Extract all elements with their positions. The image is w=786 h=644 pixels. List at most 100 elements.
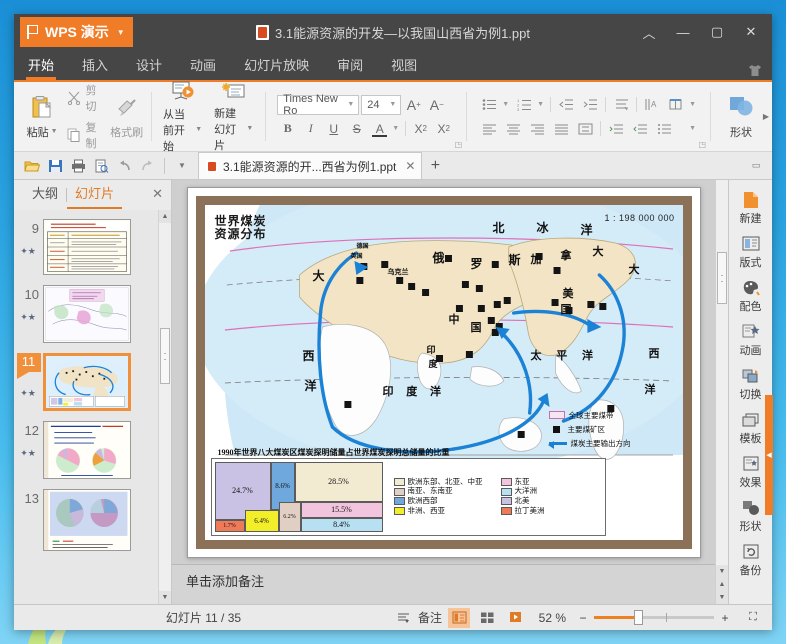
print-preview-icon[interactable] [91, 156, 111, 176]
slide-thumbnail[interactable] [43, 489, 131, 551]
tab-slideshow[interactable]: 幻灯片放映 [230, 52, 323, 80]
font-color-button[interactable]: A [369, 119, 390, 139]
tab-insert[interactable]: 插入 [68, 52, 122, 80]
open-icon[interactable] [22, 156, 42, 176]
list-item[interactable]: 11 ✦★ [14, 348, 158, 416]
zoom-track[interactable] [594, 610, 714, 625]
new-slide-button[interactable]: 新建幻灯片 ▼ [208, 82, 259, 152]
start-from-current-button[interactable]: 从当前开始 ▼ [157, 81, 208, 153]
scroll-up-icon[interactable]: ▲ [159, 210, 171, 223]
bullet-list-button[interactable] [478, 95, 500, 115]
zoom-slider[interactable]: − + [572, 608, 736, 628]
redo-icon[interactable] [137, 156, 157, 176]
slide-thumbnail[interactable] [43, 285, 131, 343]
decrease-list-level-button[interactable] [629, 119, 651, 139]
slide-sorter-view-button[interactable] [476, 608, 498, 628]
subscript-button[interactable]: X2 [433, 119, 454, 139]
text-direction-button[interactable]: A [641, 95, 663, 115]
align-center-button[interactable] [502, 119, 524, 139]
paste-button[interactable]: 粘贴 ▼ [20, 86, 64, 148]
sidebar-item-animation[interactable]: 动画 [729, 318, 773, 362]
shape-button[interactable]: 形状 [716, 86, 766, 148]
close-button[interactable]: ✕ [734, 17, 768, 47]
slide-panel-scrollbar[interactable]: ▲ ▼ [158, 210, 171, 604]
scrollbar-thumb[interactable] [160, 328, 170, 384]
superscript-button[interactable]: X2 [410, 119, 431, 139]
tab-slides[interactable]: 幻灯片 [67, 181, 123, 209]
fit-to-window-button[interactable]: ⛶ [742, 608, 764, 628]
slide-thumbnail[interactable] [43, 353, 131, 411]
ribbon-expand-arrow[interactable]: ▶ [760, 82, 772, 151]
print-icon[interactable] [68, 156, 88, 176]
zoom-in-button[interactable]: + [714, 608, 736, 628]
decrease-font-size-button[interactable]: A − [426, 95, 447, 115]
list-item[interactable]: 12 ✦★ [14, 416, 158, 484]
previous-slide-icon[interactable]: ▼ [716, 565, 728, 578]
notes-toggle-button[interactable]: 备注 [393, 608, 442, 628]
chevron-down-icon[interactable]: ▼ [689, 101, 698, 108]
decrease-indent-button[interactable] [555, 95, 577, 115]
normal-view-button[interactable] [448, 607, 470, 628]
chevron-down-icon[interactable]: ▼ [689, 125, 698, 132]
slide-thumbnail[interactable] [43, 421, 131, 479]
tab-animation[interactable]: 动画 [176, 52, 230, 80]
slide-area-scrollbar[interactable]: ▼ ▲ ▼ [715, 180, 728, 604]
chevron-down-icon[interactable]: ▼ [117, 28, 125, 37]
chevron-down-icon[interactable]: ▼ [246, 125, 253, 132]
scroll-down-icon[interactable]: ▼ [159, 591, 171, 604]
tab-start[interactable]: 开始 [14, 52, 68, 80]
undo-icon[interactable] [114, 156, 134, 176]
list-options-button[interactable] [653, 119, 675, 139]
format-painter-button[interactable]: 格式刷 [108, 86, 145, 148]
slideshow-view-button[interactable] [504, 608, 526, 628]
document-tab[interactable]: 3.1能源资源的开...西省为例1.ppt ✕ [198, 152, 423, 179]
italic-button[interactable]: I [300, 119, 321, 139]
zoom-out-button[interactable]: − [572, 608, 594, 628]
list-item[interactable]: 13 [14, 484, 158, 556]
more-options-icon[interactable]: ▭ [746, 156, 766, 176]
distribute-button[interactable] [574, 119, 596, 139]
slide-canvas[interactable]: 世界煤炭 资源分布 1 : 198 000 000 北 冰 洋 俄 罗 斯 乌克… [172, 180, 715, 564]
bold-button[interactable]: B [277, 119, 298, 139]
new-tab-button[interactable]: + [422, 152, 448, 179]
chevron-down-icon[interactable]: ▼ [537, 101, 546, 108]
scrollbar-thumb[interactable] [717, 252, 727, 304]
chevron-down-icon[interactable]: ▼ [195, 126, 202, 133]
line-spacing-button[interactable] [610, 95, 632, 115]
font-size-select[interactable]: 24 ▼ [361, 94, 402, 115]
text-align-box-button[interactable] [665, 95, 687, 115]
sidebar-item-backup[interactable]: 备份 [729, 538, 773, 582]
wps-brand-button[interactable]: WPS 演示 ▼ [20, 17, 133, 47]
tab-view[interactable]: 视图 [377, 52, 431, 80]
sidebar-item-colors[interactable]: 配色 [729, 274, 773, 318]
chevron-down-icon[interactable]: ▼ [502, 101, 511, 108]
font-dialog-launcher[interactable]: ◳ [455, 140, 463, 149]
align-right-button[interactable] [526, 119, 548, 139]
increase-list-level-button[interactable] [605, 119, 627, 139]
slide-thumbnail[interactable] [43, 219, 131, 275]
tab-design[interactable]: 设计 [122, 52, 176, 80]
chevron-down-icon[interactable]: ▼ [347, 101, 356, 108]
copy-button[interactable]: 复制 [64, 118, 108, 152]
sidebar-item-layout[interactable]: 版式 [729, 230, 773, 274]
minimize-button[interactable]: — [666, 17, 700, 47]
paragraph-dialog-launcher[interactable]: ◳ [698, 140, 706, 149]
save-icon[interactable] [45, 156, 65, 176]
customize-quick-access-icon[interactable]: ▼ [172, 156, 192, 176]
collapse-ribbon-button[interactable]: ︿ [632, 17, 666, 47]
close-tab-icon[interactable]: ✕ [405, 159, 415, 173]
increase-font-size-button[interactable]: A + [403, 95, 424, 115]
close-panel-icon[interactable]: ✕ [152, 186, 163, 202]
maximize-button[interactable]: ▢ [700, 17, 734, 47]
tab-review[interactable]: 审阅 [323, 52, 377, 80]
skin-tshirt-icon[interactable] [748, 64, 762, 80]
justify-button[interactable] [550, 119, 572, 139]
font-family-select[interactable]: Times New Ro ▼ [277, 93, 360, 117]
collapse-sidebar-handle[interactable]: ◀ [765, 395, 773, 515]
underline-button[interactable]: U [323, 119, 344, 139]
current-slide[interactable]: 世界煤炭 资源分布 1 : 198 000 000 北 冰 洋 俄 罗 斯 乌克… [186, 186, 701, 558]
align-left-button[interactable] [478, 119, 500, 139]
list-item[interactable]: 9 ✦★ [14, 214, 158, 280]
zoom-knob[interactable] [634, 610, 643, 625]
cut-button[interactable]: 剪切 [64, 81, 108, 115]
